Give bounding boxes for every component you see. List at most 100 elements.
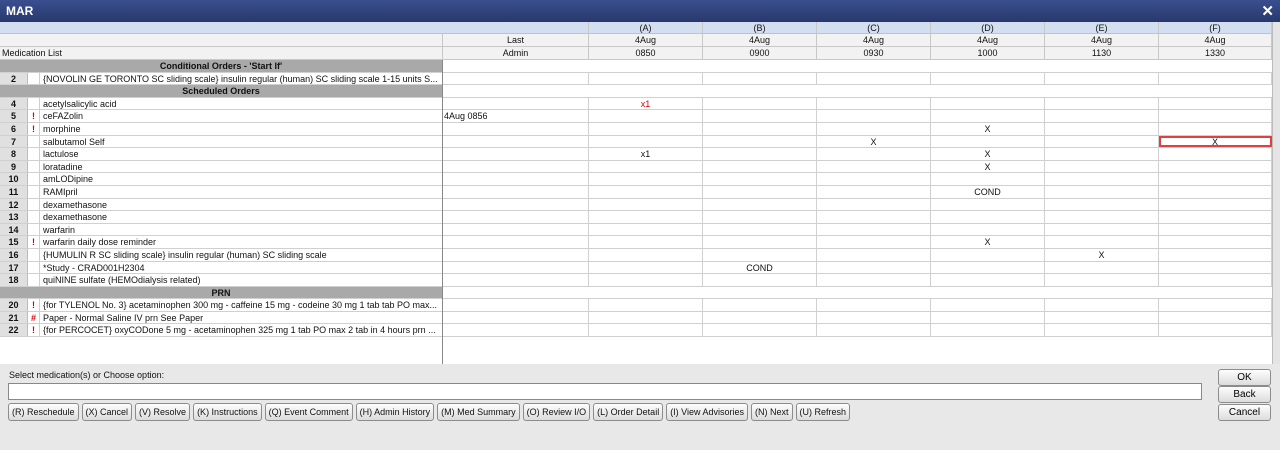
option-button[interactable]: (I) View Advisories <box>666 403 749 421</box>
admin-cell[interactable] <box>589 110 703 122</box>
admin-cell[interactable] <box>1159 122 1272 135</box>
medication-name[interactable]: salbutamol Self <box>40 136 442 148</box>
time-column-letter[interactable]: (B) <box>703 22 817 33</box>
medication-name[interactable]: dexamethasone <box>40 199 442 211</box>
admin-cell[interactable] <box>703 173 817 185</box>
admin-cell[interactable] <box>589 261 703 274</box>
admin-cell[interactable] <box>1045 135 1159 148</box>
time-column-time[interactable]: 0900 <box>703 47 817 59</box>
medication-name[interactable]: quiNINE sulfate (HEMOdialysis related) <box>40 274 442 286</box>
option-button[interactable]: (X) Cancel <box>81 403 133 421</box>
medication-row[interactable]: 12 dexamethasone <box>0 198 442 212</box>
close-icon[interactable]: ✕ <box>1261 2 1274 20</box>
admin-cell[interactable] <box>1045 299 1159 311</box>
admin-cell[interactable] <box>1045 148 1159 160</box>
medication-row[interactable]: 15! warfarin daily dose reminder <box>0 236 442 249</box>
time-column-date[interactable]: 4Aug <box>1159 34 1272 46</box>
admin-cell[interactable] <box>931 211 1045 223</box>
admin-cell[interactable] <box>589 122 703 135</box>
admin-cell[interactable] <box>1045 236 1159 248</box>
admin-cell[interactable] <box>589 324 703 337</box>
medication-row[interactable]: 2 {NOVOLIN GE TORONTO SC sliding scale} i… <box>0 72 442 86</box>
admin-cell[interactable] <box>931 248 1045 261</box>
time-column-time[interactable]: 0930 <box>817 47 931 59</box>
medication-name[interactable]: {for PERCOCET} oxyCODone 5 mg - acetamin… <box>40 324 442 336</box>
medication-row[interactable]: 5! ceFAZolin <box>0 110 442 123</box>
time-column-letter[interactable]: (F) <box>1159 22 1272 33</box>
admin-cell[interactable] <box>1159 248 1272 261</box>
option-button[interactable]: (K) Instructions <box>193 403 262 421</box>
admin-cell[interactable]: COND <box>703 261 817 274</box>
admin-cell[interactable] <box>1045 198 1159 211</box>
medication-row[interactable]: 21 # Paper - Normal Saline IV prn See Pape… <box>0 311 442 325</box>
time-column-letter[interactable]: (C) <box>817 22 931 33</box>
admin-cell[interactable] <box>703 110 817 122</box>
admin-cell[interactable] <box>817 261 931 274</box>
admin-cell[interactable] <box>1159 274 1272 286</box>
option-button[interactable]: (H) Admin History <box>355 403 435 421</box>
admin-cell[interactable] <box>931 97 1045 110</box>
medication-name[interactable]: acetylsalicylic acid <box>40 98 442 110</box>
admin-cell[interactable] <box>703 198 817 211</box>
option-button[interactable]: (O) Review I/O <box>522 403 591 421</box>
medication-row[interactable]: 18 quiNINE sulfate (HEMOdialysis related) <box>0 274 442 287</box>
medication-name[interactable]: ceFAZolin <box>40 110 442 122</box>
time-column-date[interactable]: 4Aug <box>817 34 931 46</box>
option-button[interactable]: (M) Med Summary <box>437 403 520 421</box>
admin-cell[interactable] <box>1045 274 1159 286</box>
admin-cell[interactable] <box>1159 148 1272 160</box>
admin-cell[interactable] <box>1159 299 1272 311</box>
time-column-date[interactable]: 4Aug <box>703 34 817 46</box>
admin-cell[interactable] <box>817 236 931 248</box>
medication-row[interactable]: 13 dexamethasone <box>0 211 442 224</box>
admin-cell[interactable] <box>817 274 931 286</box>
admin-cell[interactable] <box>817 97 931 110</box>
admin-cell[interactable] <box>817 148 931 160</box>
time-column-letter[interactable]: (D) <box>931 22 1045 33</box>
admin-cell[interactable] <box>931 324 1045 337</box>
time-column-time[interactable]: 1000 <box>931 47 1045 59</box>
admin-cell[interactable] <box>1045 261 1159 274</box>
admin-cell[interactable] <box>817 223 931 236</box>
cancel-dialog-button[interactable]: Cancel <box>1218 404 1271 421</box>
admin-cell[interactable] <box>1159 198 1272 211</box>
admin-cell[interactable] <box>1045 72 1159 85</box>
medication-row[interactable]: 6! morphine <box>0 122 442 136</box>
admin-cell[interactable] <box>589 185 703 198</box>
time-column-time[interactable]: 1130 <box>1045 47 1159 59</box>
admin-cell[interactable] <box>703 148 817 160</box>
admin-cell[interactable] <box>703 223 817 236</box>
admin-cell[interactable]: X <box>931 148 1045 160</box>
admin-cell[interactable] <box>703 97 817 110</box>
admin-cell[interactable] <box>817 211 931 223</box>
admin-cell[interactable] <box>1159 211 1272 223</box>
medication-row[interactable]: 8 lactulose <box>0 148 442 161</box>
admin-cell[interactable] <box>1045 223 1159 236</box>
admin-cell[interactable] <box>589 173 703 185</box>
ok-button[interactable]: OK <box>1218 369 1271 386</box>
time-column-date[interactable]: 4Aug <box>589 34 703 46</box>
admin-cell[interactable] <box>703 299 817 311</box>
admin-cell[interactable]: x1 <box>589 97 703 110</box>
admin-cell[interactable] <box>703 122 817 135</box>
admin-cell[interactable] <box>1159 324 1272 337</box>
admin-cell[interactable] <box>1045 173 1159 185</box>
admin-cell[interactable] <box>931 311 1045 324</box>
admin-cell[interactable] <box>931 135 1045 148</box>
admin-cell[interactable] <box>817 299 931 311</box>
time-column-date[interactable]: 4Aug <box>931 34 1045 46</box>
admin-cell[interactable] <box>589 236 703 248</box>
command-input[interactable] <box>8 383 1202 400</box>
admin-cell[interactable] <box>1045 97 1159 110</box>
admin-cell[interactable] <box>931 274 1045 286</box>
admin-cell[interactable] <box>817 185 931 198</box>
medication-name[interactable]: loratadine <box>40 161 442 173</box>
admin-cell[interactable] <box>931 299 1045 311</box>
time-column-time[interactable]: 1330 <box>1159 47 1272 59</box>
option-button[interactable]: (N) Next <box>751 403 793 421</box>
medication-name[interactable]: amLODipine <box>40 173 442 185</box>
admin-cell[interactable] <box>1159 223 1272 236</box>
option-button[interactable]: (Q) Event Comment <box>264 403 353 421</box>
medication-row[interactable]: 20! {for TYLENOL No. 3} acetaminophen 300… <box>0 299 442 312</box>
time-column-time[interactable]: 0850 <box>589 47 703 59</box>
